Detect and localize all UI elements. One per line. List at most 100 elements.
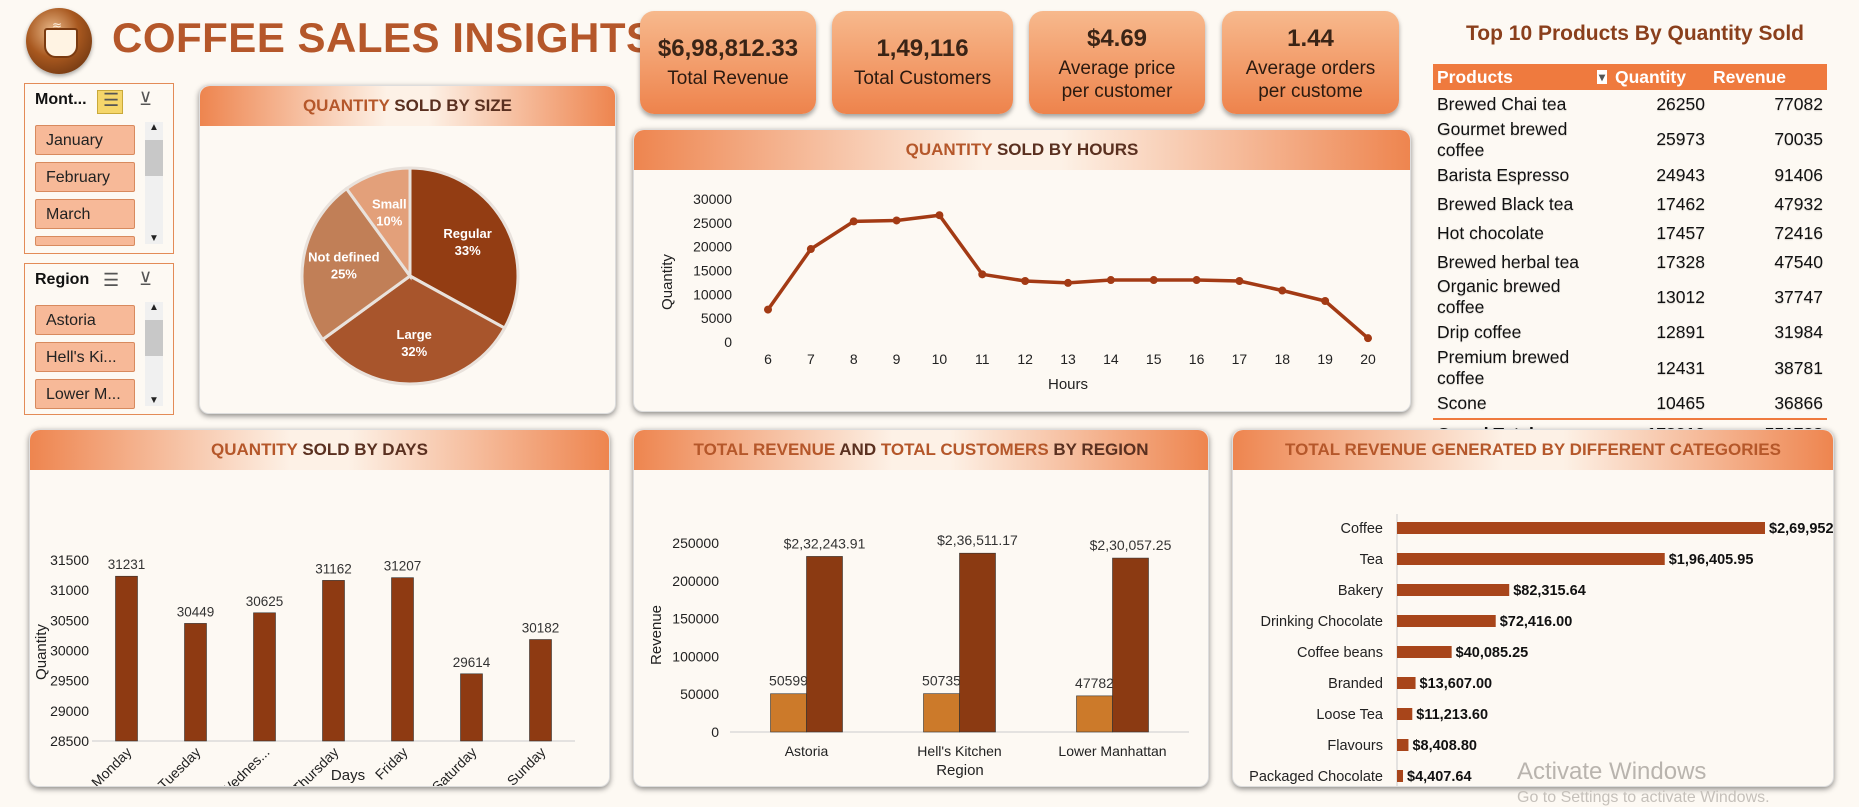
y-tick-label: Flavours: [1327, 738, 1383, 754]
x-tick-label: 7: [807, 351, 815, 367]
checklist-icon: ☰: [103, 90, 120, 110]
data-label: 30625: [246, 594, 284, 609]
y-tick-label: 30000: [50, 643, 89, 659]
activate-windows-watermark: Activate Windows: [1517, 758, 1707, 785]
bar-series-2: [1112, 557, 1149, 733]
data-label: 50735: [922, 673, 961, 689]
kpi-label: Total Revenue: [667, 68, 789, 89]
top-products-title: Top 10 Products By Quantity Sold: [1466, 22, 1804, 45]
bar: [1397, 677, 1416, 689]
cell-revenue: 91406: [1774, 164, 1823, 185]
bar: [115, 575, 138, 742]
data-point: [1364, 334, 1372, 343]
clear-filter-icon[interactable]: ⊻: [139, 89, 152, 110]
x-tick-label: 8: [850, 351, 858, 367]
y-tick-label: 31000: [50, 582, 89, 598]
pie-value-label: 10%: [376, 213, 402, 228]
panel-title: QUANTITY SOLD BY SIZE: [200, 86, 615, 126]
cell-quantity: 13012: [1656, 286, 1705, 307]
bar-series-1: [1076, 695, 1113, 733]
data-label: 30182: [522, 621, 560, 636]
data-point: [1064, 278, 1072, 287]
kpi-total-revenue: $6,98,812.33 Total Revenue: [640, 11, 816, 114]
days-bar-panel: QUANTITY SOLD BY DAYS 28500 29000 29500 300…: [29, 429, 610, 787]
scroll-down-icon[interactable]: ▼: [149, 233, 159, 244]
bar: [1397, 584, 1510, 596]
region-slicer-scrollbar[interactable]: ▲ ▼: [145, 302, 163, 406]
table-row: Hot chocolate 17457 72416: [1433, 219, 1827, 248]
table-header-row: Products ▾ Quantity Revenue: [1433, 64, 1827, 90]
clear-filter-icon[interactable]: ⊻: [139, 269, 152, 290]
activate-windows-watermark-sub: Go to Settings to activate Windows.: [1517, 789, 1770, 806]
y-tick-label: 30000: [693, 191, 732, 207]
cell-product: Brewed Black tea: [1437, 193, 1574, 214]
panel-title: TOTAL REVENUE GENERATED BY DIFFERENT CAT…: [1233, 430, 1833, 470]
slicer-item-february[interactable]: February: [35, 162, 135, 192]
slicer-item-partial[interactable]: [35, 236, 135, 246]
x-tick-label: Wednes...: [217, 744, 273, 786]
table-row: Scone 10465 36866: [1433, 389, 1827, 419]
bar: [1397, 615, 1496, 627]
slicer-item-march[interactable]: March: [35, 199, 135, 229]
y-tick-label: 28500: [50, 733, 89, 749]
month-slicer-scrollbar[interactable]: ▲ ▼: [145, 122, 163, 244]
cell-revenue: 47540: [1774, 251, 1823, 272]
pie-value-label: 32%: [401, 344, 427, 359]
scroll-up-icon[interactable]: ▲: [149, 122, 159, 133]
data-point: [1021, 276, 1030, 285]
data-point: [806, 245, 815, 254]
scrollbar-thumb[interactable]: [145, 140, 163, 176]
categories-bar-chart: Coffee $2,69,952.45 Tea $1,96,405.95 Bakery $…: [1249, 514, 1833, 786]
bar: [391, 577, 414, 742]
kpi-average-price: $4.69 Average price per customer: [1029, 11, 1205, 114]
data-point: [764, 305, 772, 314]
data-label: $2,36,511.17: [937, 532, 1018, 548]
x-tick-label: Astoria: [785, 743, 829, 759]
table-row: Organic brewed coffee 13012 37747: [1433, 276, 1827, 318]
data-label: $13,607.00: [1420, 676, 1493, 692]
data-label: $2,32,243.91: [784, 535, 866, 551]
y-tick-label: Coffee: [1341, 521, 1383, 537]
x-tick-label: Tuesday: [155, 744, 204, 786]
slicer-item-hells-kitchen[interactable]: Hell's Ki...: [35, 342, 135, 372]
size-pie-chart: Regular 33% Large 32% Not defined 25% Small 10%: [300, 166, 520, 386]
pie-value-label: 25%: [331, 267, 357, 282]
y-axis-label: Quantity: [659, 254, 676, 310]
data-label: 30449: [177, 604, 215, 619]
scroll-down-icon[interactable]: ▼: [149, 395, 159, 406]
scroll-up-icon[interactable]: ▲: [149, 302, 159, 313]
slicer-item-astoria[interactable]: Astoria: [35, 305, 135, 335]
x-tick-label: 9: [893, 351, 901, 367]
bar: [1397, 770, 1404, 782]
cell-product: Barista Espresso: [1437, 164, 1570, 185]
cell-revenue: 36866: [1774, 393, 1823, 414]
region-slicer: Region ☰ ⊻ Astoria Hell's Ki... Lower M.…: [24, 263, 174, 415]
size-pie-panel: QUANTITY SOLD BY SIZE Regular 33% Large 32%…: [199, 85, 616, 414]
cell-product: Brewed Chai tea: [1437, 93, 1567, 114]
bar: [529, 639, 552, 742]
checklist-icon[interactable]: ☰: [103, 270, 119, 291]
data-point: [1321, 297, 1330, 306]
scrollbar-thumb[interactable]: [145, 320, 163, 356]
filter-dropdown-icon[interactable]: ▾: [1596, 69, 1607, 84]
x-tick-label: 20: [1360, 351, 1376, 367]
bar: [1397, 522, 1765, 534]
pie-label: Small: [372, 196, 407, 211]
region-slicer-title: Region: [35, 271, 90, 288]
cell-product: Drip coffee: [1437, 322, 1522, 343]
kpi-value: 1,49,116: [876, 35, 969, 62]
data-label: $11,213.60: [1416, 707, 1488, 723]
data-point: [1149, 276, 1158, 285]
x-tick-label: Friday: [372, 744, 411, 783]
bar: [322, 580, 345, 742]
slicer-item-january[interactable]: January: [35, 125, 135, 155]
slicer-item-lower-manhattan[interactable]: Lower M...: [35, 379, 135, 409]
data-point: [935, 211, 944, 220]
table-row: Gourmet brewed coffee 25973 70035: [1433, 119, 1827, 161]
pie-label: Regular: [443, 226, 491, 241]
column-header-products[interactable]: Products ▾: [1433, 64, 1611, 90]
month-slicer-title: Mont...: [35, 91, 87, 108]
cell-revenue: 47932: [1774, 193, 1823, 214]
bar: [1397, 553, 1665, 565]
cell-product: Scone: [1437, 393, 1487, 414]
